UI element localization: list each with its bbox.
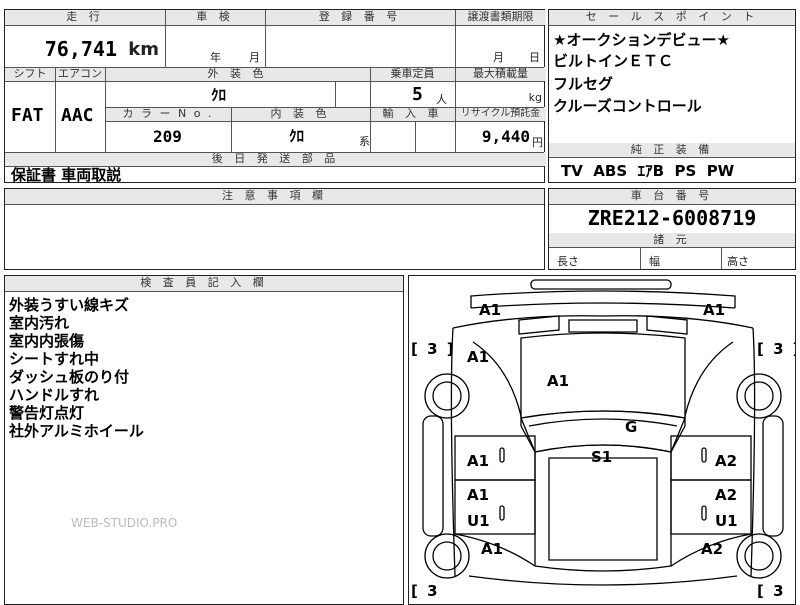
tire-rear-left: [ 3 [411,582,440,600]
notes-header: 注 意 事 項 欄 [5,189,544,204]
load-cell: kg [455,81,546,107]
mark-door-rear-left-2: U1 [467,512,490,530]
mark-door-rear-right: A2 [715,486,738,504]
transfer-cell: 月 日 [455,25,546,67]
mark-quarter-right: A2 [701,540,724,558]
import-header: 輸 入 車 [370,107,455,121]
mileage-header: 走 行 [5,10,165,25]
mark-door-rear-left: A1 [467,486,490,504]
sales-point-line-1: ★オークションデビュー★ [553,31,730,49]
shift-value: FAT [11,105,44,126]
mark-roof: S1 [591,448,613,466]
color-no-cell: 209 [105,121,231,152]
standard-equipment-value: TV ABS ｴｱB PS PW [561,162,735,180]
seats-header: 乗車定員 [370,67,455,81]
mark-door-rear-right-2: U1 [715,512,738,530]
mileage-cell: 76,741 km [5,25,165,67]
inspector-line-8: 社外アルミホイール [9,422,144,440]
mark-door-front-left: A1 [467,452,490,470]
sales-point-line-4: クルーズコントロール [553,97,702,115]
inspector-line-2: 室内汚れ [9,314,70,332]
exterior-header: 外 装 色 [105,67,370,81]
mark-quarter-left: A1 [481,540,504,558]
mark-front-right: A1 [703,301,726,319]
inspector-line-4: シートすれ中 [9,350,100,368]
watermark: WEB-STUDIO.PRO [71,516,178,530]
shift-header: シフト [5,67,55,81]
inspection-header: 車 検 [165,10,265,25]
inspector-panel: 検 査 員 記 入 欄 外装うすい線キズ 室内汚れ 室内内張傷 シートすれ中 ダ… [4,275,404,605]
transfer-day: 日 [529,51,540,64]
inspection-year: 年 [210,51,221,64]
seats-value: 5 [412,84,423,105]
tire-front-right: [ 3 ] [757,340,795,358]
tire-rear-right: [ 3 [757,582,786,600]
standard-equipment-header: 純 正 装 備 [549,143,795,157]
inspector-line-5: ダッシュ板のり付 [9,368,130,386]
inspector-line-3: 室内内張傷 [9,332,85,350]
exterior-value: ｸﾛ [211,86,227,104]
aircon-header: エアコン [55,67,105,81]
mark-hood: A1 [547,372,570,390]
dimensions-header: 諸 元 [549,233,795,247]
dim-height-label: 高さ [727,255,749,268]
inspection-cell: 年 月 [165,25,265,67]
tire-front-left: [ 3 ] [411,340,456,358]
inspector-line-7: 警告灯点灯 [9,404,85,422]
exterior-cell: ｸﾛ [105,81,370,107]
sales-points-panel: セ ー ル ス ポ イ ン ト ★オークションデビュー★ ビルトインＥＴＣ フル… [548,9,796,183]
chassis-header: 車 台 番 号 [549,189,795,204]
seats-cell: 5 人 [370,81,455,107]
later-parts-header: 後 日 発 送 部 品 [5,152,546,166]
car-diagram-panel: A1 A1 A1 A1 G S1 A1 A1 U1 A2 A2 U1 A1 A2… [408,275,796,605]
load-unit: kg [528,91,542,104]
interior-header: 内 装 色 [231,107,370,121]
sales-point-line-3: フルセグ [553,75,614,93]
mileage-value: 76,741 [44,37,117,61]
later-parts-value: 保証書 車両取説 [11,166,122,184]
chassis-panel: 車 台 番 号 ZRE212-6008719 諸 元 長さ 幅 高さ [548,188,796,270]
mark-windshield: G [625,418,638,436]
inspector-line-1: 外装うすい線キズ [9,296,130,314]
sales-points-header: セ ー ル ス ポ イ ン ト [549,10,795,25]
chassis-number: ZRE212-6008719 [587,206,757,230]
transfer-month: 月 [493,51,504,64]
load-header: 最大積載量 [455,67,546,81]
recycle-unit: 円 [532,136,543,149]
inspector-header: 検 査 員 記 入 欄 [5,276,403,291]
recycle-value: 9,440 [481,127,530,146]
car-outline [422,279,784,586]
vehicle-info-table: 走 行 車 検 登 録 番 号 譲渡書類期限 76,741 km 年 月 月 日… [4,9,546,184]
aircon-value: AAC [61,105,94,126]
interior-cell: ｸﾛ 系 [231,121,370,152]
mark-fender-front-left: A1 [467,348,490,366]
seats-unit: 人 [436,93,447,106]
dim-length-label: 長さ [557,255,579,268]
color-no-header: カ ラ ー N o . [105,107,231,121]
inspector-line-6: ハンドルすれ [9,386,100,404]
inspection-month: 月 [249,51,260,64]
mark-front-left: A1 [479,301,502,319]
recycle-cell: 9,440 円 [455,121,546,152]
transfer-header: 譲渡書類期限 [455,10,546,25]
interior-suffix: 系 [359,135,370,148]
notes-panel: 注 意 事 項 欄 [4,188,545,270]
mark-door-front-right: A2 [715,452,738,470]
shift-cell: FAT [5,81,55,152]
dim-width-label: 幅 [649,255,660,268]
registration-header: 登 録 番 号 [265,10,455,25]
mileage-unit: km [128,39,159,60]
aircon-cell: AAC [55,81,105,152]
recycle-header: リサイクル預託金 [455,107,546,121]
sales-point-line-2: ビルトインＥＴＣ [553,52,674,70]
interior-value: ｸﾛ [289,127,305,145]
color-no-value: 209 [153,127,182,146]
